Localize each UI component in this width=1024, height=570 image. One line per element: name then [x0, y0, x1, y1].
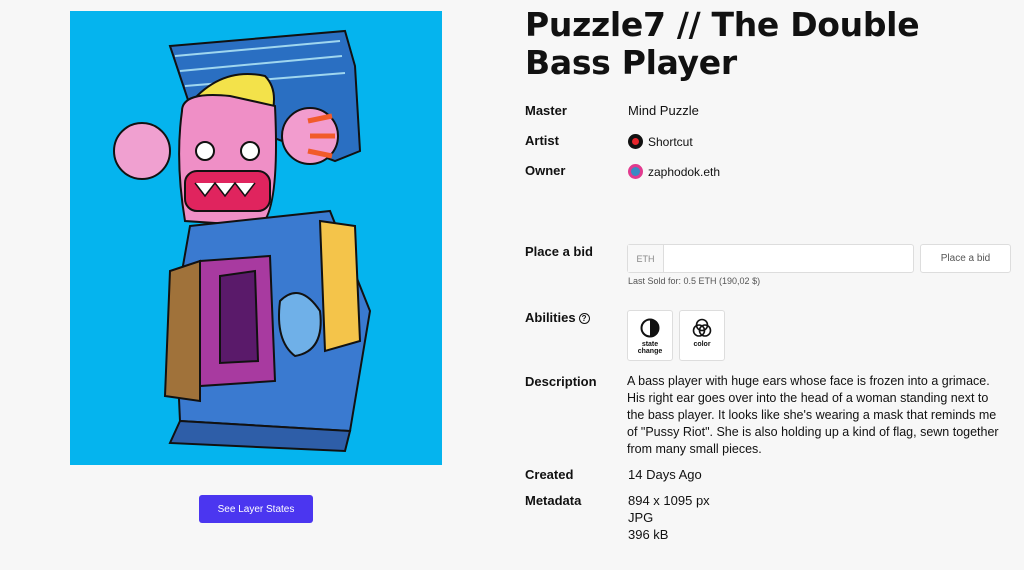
artist-label: Artist [525, 133, 559, 148]
owner-avatar [628, 164, 643, 179]
created-value: 14 Days Ago [628, 467, 702, 482]
artist-name: Shortcut [648, 134, 693, 149]
last-sold-text: Last Sold for: 0.5 ETH (190,02 $) [628, 276, 761, 286]
metadata-label: Metadata [525, 493, 582, 508]
ability-label: state change [637, 341, 663, 355]
abilities-label-text: Abilities [525, 310, 576, 325]
metadata-values: 894 x 1095 px JPG 396 kB [628, 492, 710, 543]
ability-state-change[interactable]: state change [627, 310, 673, 361]
master-value[interactable]: Mind Puzzle [628, 103, 699, 118]
artwork-illustration [70, 11, 442, 465]
currency-prefix: ETH [628, 245, 664, 272]
bid-label: Place a bid [525, 244, 593, 259]
metadata-format: JPG [628, 510, 654, 525]
metadata-size: 396 kB [628, 527, 669, 542]
description-text: A bass player with huge ears whose face … [627, 374, 999, 456]
owner-name: zaphodok.eth [648, 164, 721, 179]
metadata-dimensions: 894 x 1095 px [628, 493, 710, 508]
place-bid-button[interactable]: Place a bid [920, 244, 1011, 273]
artist-chip[interactable]: Shortcut [628, 134, 693, 152]
ability-color[interactable]: color [679, 310, 725, 361]
help-icon[interactable]: ? [578, 313, 590, 324]
description-label: Description [525, 374, 597, 389]
bid-amount-input[interactable] [664, 245, 913, 272]
master-label: Master [525, 103, 567, 118]
bid-input-group: ETH [627, 244, 914, 273]
artist-avatar [628, 134, 643, 149]
created-label: Created [525, 467, 574, 482]
artwork-image [70, 11, 442, 465]
see-layer-states-button[interactable]: See Layer States [199, 495, 313, 523]
color-circles-icon [692, 318, 712, 337]
abilities-label: Abilities? [525, 310, 590, 325]
ability-label: color [693, 341, 711, 348]
page-title: Puzzle7 // The Double Bass Player [525, 5, 920, 82]
half-circle-icon [640, 318, 660, 338]
owner-label: Owner [525, 163, 566, 178]
owner-chip[interactable]: zaphodok.eth [628, 164, 720, 182]
